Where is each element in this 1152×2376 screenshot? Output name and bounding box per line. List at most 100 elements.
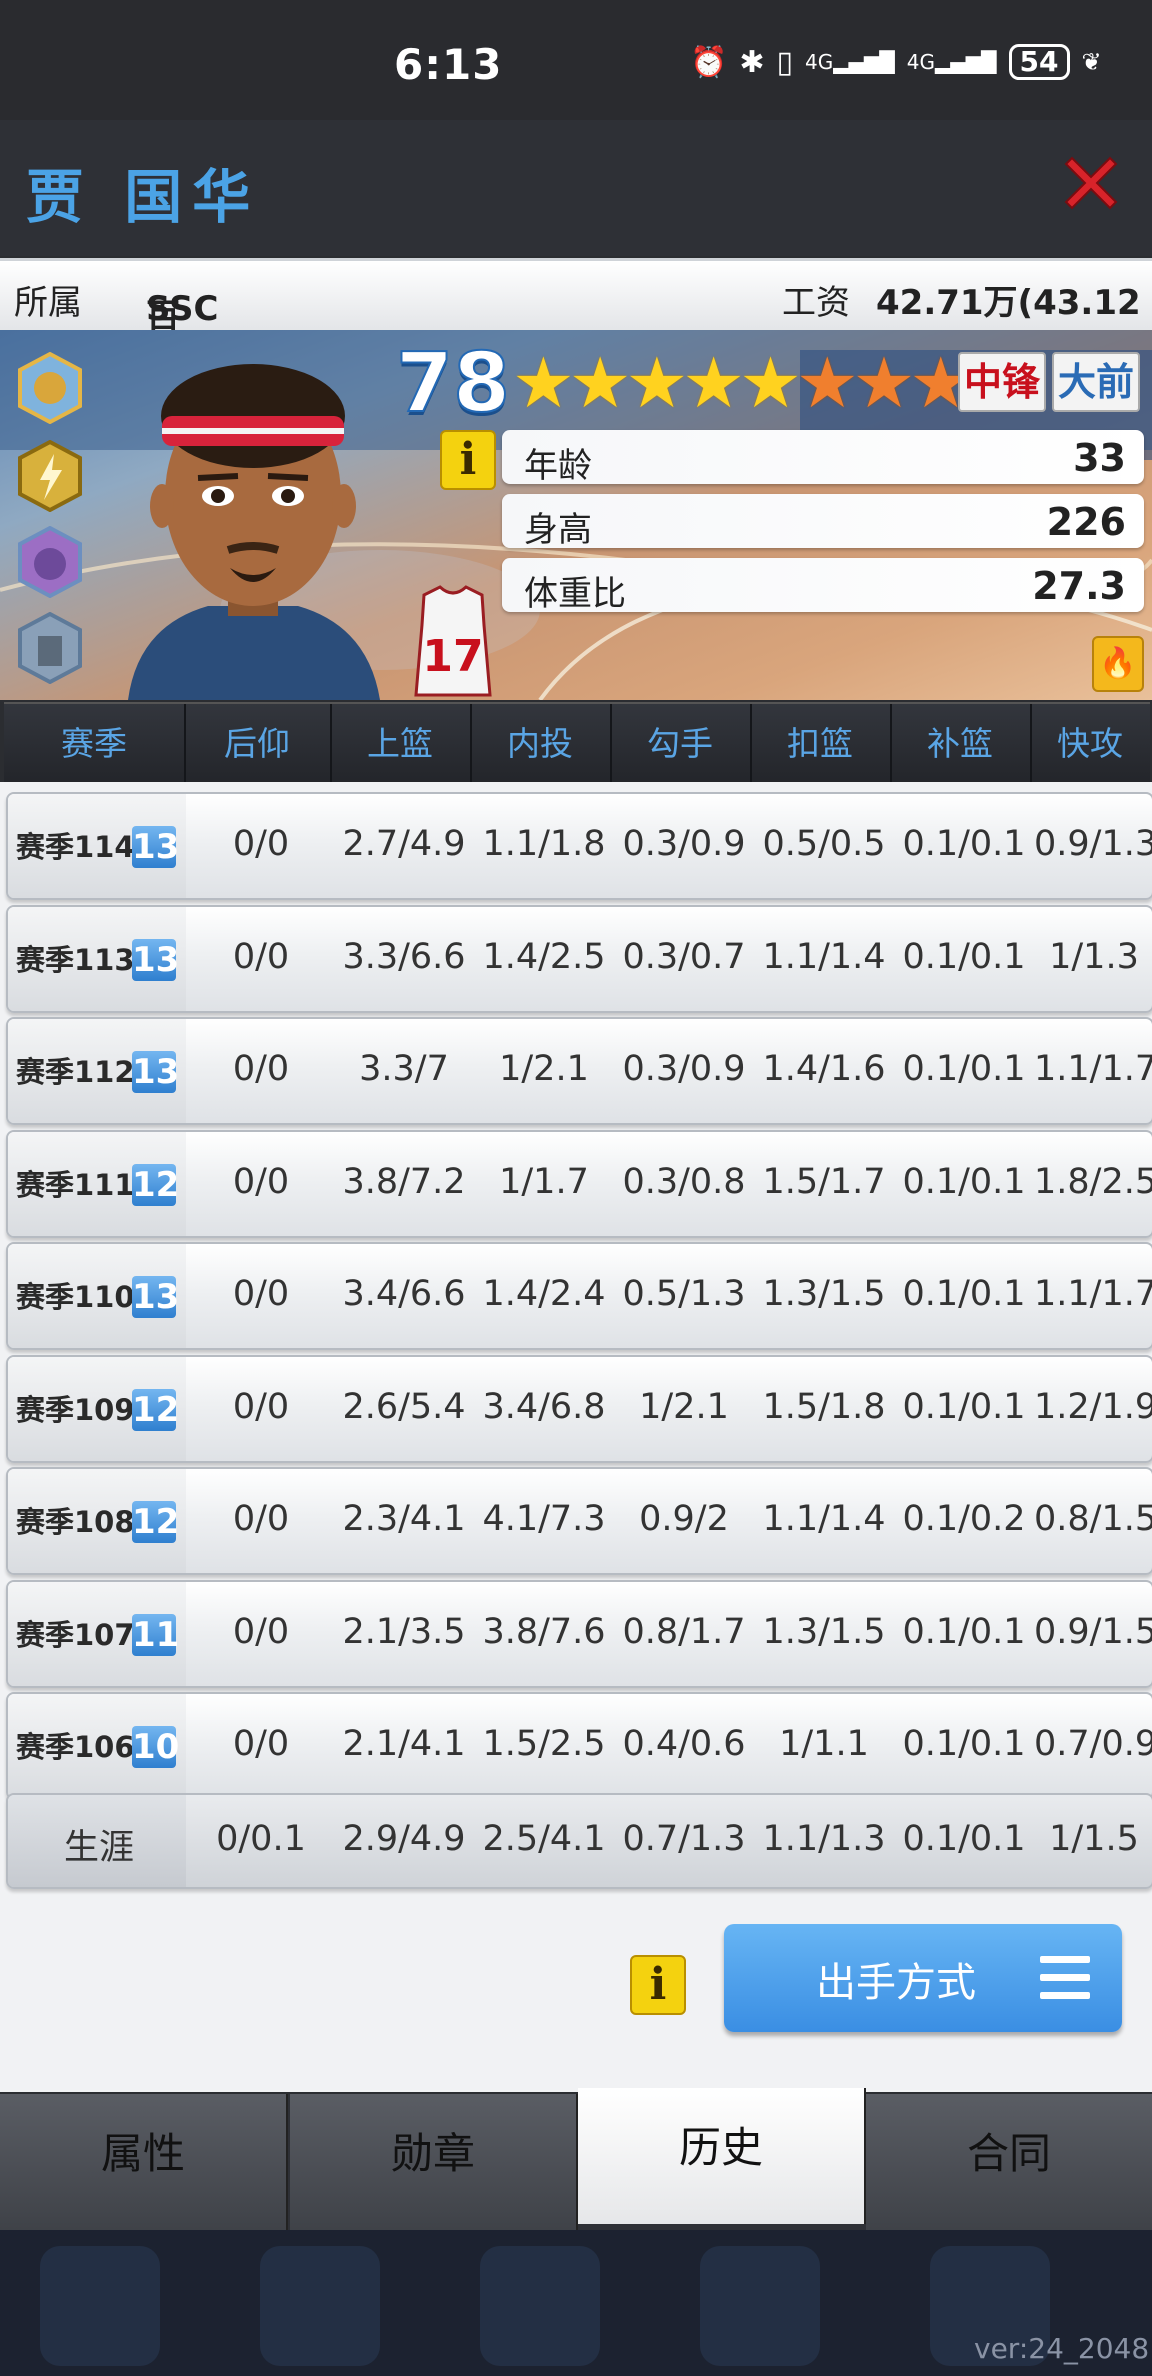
table-cell: 0.3/0.8 bbox=[622, 1162, 746, 1202]
table-cell: 1/2.1 bbox=[499, 1049, 589, 1089]
table-cell: 0/0 bbox=[232, 1274, 290, 1314]
jersey-icon: 17 bbox=[414, 585, 492, 697]
table-cell: 0.1/0.1 bbox=[902, 937, 1026, 977]
table-cell: 0.9/2 bbox=[639, 1499, 729, 1539]
col-header-putback: 补篮 bbox=[890, 704, 1032, 784]
table-cell: 1/1.7 bbox=[499, 1162, 589, 1202]
table-row[interactable]: 赛季113 13 0/0 3.3/6.6 1.4/2.5 0.3/0.7 1.1/1.4 0.… bbox=[6, 905, 1152, 1013]
table-cell: 0.1/0.1 bbox=[902, 1612, 1026, 1652]
col-header-hook: 勾手 bbox=[610, 704, 752, 784]
close-icon[interactable] bbox=[1060, 152, 1122, 214]
fire-icon[interactable]: 🔥 bbox=[1092, 636, 1144, 692]
table-row[interactable]: 赛季114 13 0/0 2.7/4.9 1.1/1.8 0.3/0.9 0.5/0.5 0.… bbox=[6, 792, 1152, 900]
table-cell: 1.2/1.9 bbox=[1034, 1387, 1152, 1427]
table-cell: 1.5/1.7 bbox=[762, 1162, 886, 1202]
table-row[interactable]: 赛季109 12 0/0 2.6/5.4 3.4/6.8 1/2.1 1.5/1.8 0.1/… bbox=[6, 1355, 1152, 1463]
table-cell: 0/0 bbox=[232, 1724, 290, 1764]
table-cell: 0.3/0.7 bbox=[622, 937, 746, 977]
table-cell: 1/2.1 bbox=[639, 1387, 729, 1427]
table-row[interactable]: 赛季107 11 0/0 2.1/3.5 3.8/7.6 0.8/1.7 1.3/1.5 0.… bbox=[6, 1580, 1152, 1688]
salary-label: 工资 bbox=[782, 283, 850, 323]
star-icon: ★ bbox=[512, 342, 575, 424]
table-cell: 1.5/1.8 bbox=[762, 1387, 886, 1427]
table-cell: 0.1/0.1 bbox=[902, 1387, 1026, 1427]
nav-ghost-icon bbox=[700, 2246, 820, 2366]
star-icon: ★ bbox=[739, 342, 802, 424]
table-cell: 1.8/2.5 bbox=[1034, 1162, 1152, 1202]
col-header-season: 赛季 bbox=[4, 704, 186, 784]
table-cell: 1.4/2.4 bbox=[482, 1274, 606, 1314]
table-cell: 0.3/0.9 bbox=[622, 824, 746, 864]
tab-badges[interactable]: 勋章 bbox=[290, 2094, 578, 2230]
col-header-fadeaway: 后仰 bbox=[184, 704, 332, 784]
skill-badge-ball-icon[interactable] bbox=[16, 526, 84, 598]
alarm-icon: ⏰ bbox=[690, 44, 728, 80]
table-cell: 1.4/2.5 bbox=[482, 937, 606, 977]
table-cell: 0.7/0.9 bbox=[1034, 1724, 1152, 1764]
skill-badge-shooter-icon[interactable] bbox=[16, 352, 84, 424]
tab-attributes[interactable]: 属性 bbox=[0, 2094, 288, 2230]
skill-badge-defense-icon[interactable] bbox=[16, 612, 84, 684]
attr-label: 体重比 bbox=[524, 574, 626, 614]
career-cell: 0/0.1 bbox=[216, 1819, 306, 1859]
table-cell: 0/0 bbox=[232, 1162, 290, 1202]
table-cell: 2.6/5.4 bbox=[342, 1387, 466, 1427]
level-badge: 12 bbox=[132, 1389, 180, 1431]
player-info-icon[interactable]: i bbox=[440, 430, 496, 490]
player-card: 17 78 ★ ★ ★ ★ ★ ★ ★ ★ ★ 中锋 大前 i 年龄 33 身高… bbox=[0, 330, 1152, 700]
tab-history[interactable]: 历史 bbox=[578, 2088, 866, 2224]
team-salary-bar: 所属 SSC山-百炼 工资 42.71万(43.12万) bbox=[0, 258, 1152, 386]
table-cell: 3.4/6.8 bbox=[482, 1387, 606, 1427]
position-tag-center: 中锋 bbox=[958, 352, 1047, 412]
table-cell: 3.3/6.6 bbox=[342, 937, 466, 977]
team-label: 所属 bbox=[14, 283, 82, 323]
table-row[interactable]: 赛季110 13 0/0 3.4/6.6 1.4/2.4 0.5/1.3 1.3/1.5 0.… bbox=[6, 1242, 1152, 1350]
season-label: 赛季109 bbox=[16, 1393, 135, 1427]
player-avatar bbox=[128, 364, 380, 700]
leaf-icon: ❦ bbox=[1081, 48, 1102, 76]
attr-weight-ratio: 体重比 27.3 bbox=[502, 558, 1144, 614]
career-cell: 2.5/4.1 bbox=[482, 1819, 606, 1859]
tab-contract[interactable]: 合同 bbox=[866, 2094, 1152, 2230]
table-cell: 1.1/1.7 bbox=[1034, 1049, 1152, 1089]
table-cell: 2.7/4.9 bbox=[342, 824, 466, 864]
level-badge: 13 bbox=[132, 1051, 180, 1093]
star-icon: ★ bbox=[795, 342, 859, 424]
table-cell: 0.4/0.6 bbox=[622, 1724, 746, 1764]
career-cell: 1.1/1.3 bbox=[762, 1819, 886, 1859]
table-row[interactable]: 赛季108 12 0/0 2.3/4.1 4.1/7.3 0.9/2 1.1/1.4 0.1/… bbox=[6, 1467, 1152, 1575]
table-cell: 1.3/1.5 bbox=[762, 1612, 886, 1652]
table-row[interactable]: 赛季111 12 0/0 3.8/7.2 1/1.7 0.3/0.8 1.5/1.7 0.1/… bbox=[6, 1130, 1152, 1238]
level-badge: 13 bbox=[132, 826, 180, 868]
table-cell: 1.4/1.6 bbox=[762, 1049, 886, 1089]
status-bar: 6:13 ⏰ ✱ ▯ 4G▂▄▆█ 4G▂▄▆█ 54 ❦ bbox=[0, 0, 1152, 120]
season-label: 赛季114 bbox=[16, 830, 135, 864]
table-cell: 0/0 bbox=[232, 1387, 290, 1427]
table-cell: 1/1.1 bbox=[779, 1724, 869, 1764]
shoot-info-icon[interactable]: i bbox=[630, 1955, 686, 2015]
skill-badge-power-icon[interactable] bbox=[16, 440, 84, 512]
table-cell: 0.1/0.1 bbox=[902, 1049, 1026, 1089]
table-cell: 1.1/1.8 bbox=[482, 824, 606, 864]
table-cell: 0.8/1.5 bbox=[1034, 1499, 1152, 1539]
network-label: 4G bbox=[805, 50, 834, 74]
season-label: 赛季112 bbox=[16, 1055, 135, 1089]
player-rating: 78 bbox=[395, 335, 511, 432]
season-label: 赛季108 bbox=[16, 1505, 135, 1539]
career-cell: 0.1/0.1 bbox=[902, 1819, 1026, 1859]
career-label: 生涯 bbox=[64, 1828, 135, 1868]
table-cell: 3.4/6.6 bbox=[342, 1274, 466, 1314]
col-header-inside-shot: 内投 bbox=[470, 704, 612, 784]
shoot-style-button[interactable]: 出手方式 bbox=[724, 1924, 1122, 2032]
table-cell: 0.1/0.1 bbox=[902, 1724, 1026, 1764]
table-row[interactable]: 赛季106 10 0/0 2.1/4.1 1.5/2.5 0.4/0.6 1/1.1 0.1/… bbox=[6, 1692, 1152, 1800]
table-cell: 0.1/0.1 bbox=[902, 1162, 1026, 1202]
star-icon: ★ bbox=[568, 342, 632, 424]
level-badge: 11 bbox=[132, 1614, 180, 1656]
table-cell: 1.5/2.5 bbox=[482, 1724, 606, 1764]
season-label: 赛季111 bbox=[16, 1168, 135, 1202]
version-label: ver:24_2048 bbox=[974, 2332, 1150, 2365]
table-row[interactable]: 赛季112 13 0/0 3.3/7 1/2.1 0.3/0.9 1.4/1.6 0.1/0.… bbox=[6, 1017, 1152, 1125]
table-cell: 0/0 bbox=[232, 824, 290, 864]
nav-ghost-icon bbox=[40, 2246, 160, 2366]
